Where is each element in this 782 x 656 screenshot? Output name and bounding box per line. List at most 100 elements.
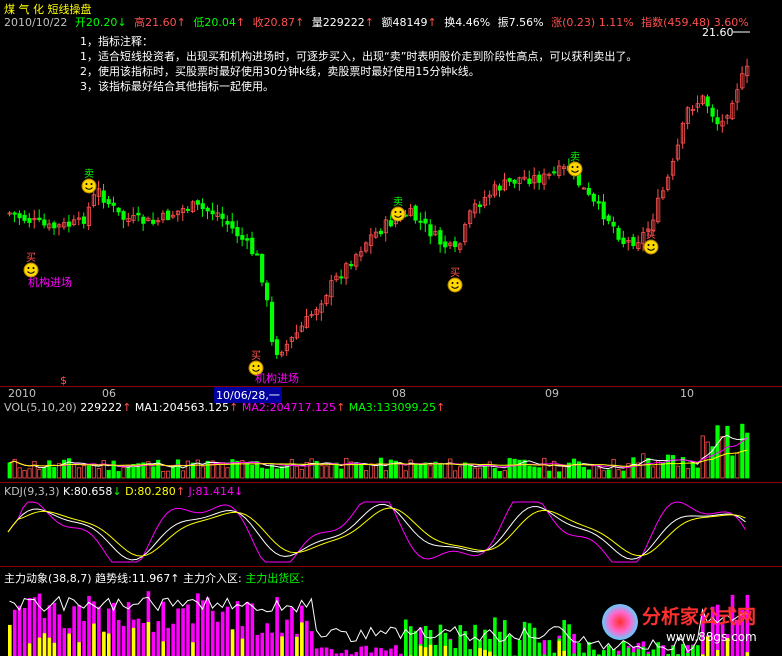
candle-body xyxy=(22,214,27,221)
candle-body xyxy=(67,221,72,227)
volume-bar xyxy=(309,458,314,479)
eye xyxy=(652,244,655,246)
volume-bar xyxy=(413,463,418,479)
inflow-bar xyxy=(72,606,76,656)
inflow-bar xyxy=(245,602,250,656)
outflow-bar xyxy=(438,624,443,656)
eye xyxy=(456,282,459,284)
volume-bar xyxy=(601,470,606,479)
high-marker-label: 21.60 xyxy=(702,28,734,39)
inflow-bar xyxy=(369,652,373,656)
outflow-bar xyxy=(433,644,438,656)
candle-body xyxy=(200,203,205,210)
trend-bar xyxy=(107,633,111,656)
eye xyxy=(571,166,574,168)
buy-signal-label: 买 xyxy=(450,267,460,279)
volume-bar xyxy=(37,468,42,479)
volume-bar xyxy=(453,470,458,479)
inflow-bar xyxy=(260,632,265,656)
kdj-chart[interactable] xyxy=(0,498,782,566)
time-axis-label: 09 xyxy=(545,387,559,400)
buy-signal: 买 xyxy=(23,252,39,278)
candle-body xyxy=(264,282,270,301)
watermark: 分析家公式网 www.88gs.com xyxy=(600,598,782,654)
trend-bar xyxy=(42,633,47,656)
volume-bar xyxy=(274,468,280,479)
inflow-bar xyxy=(275,597,279,656)
vol-chart[interactable] xyxy=(0,414,782,482)
volume-bar xyxy=(448,458,453,479)
inflow-bar xyxy=(141,622,146,656)
candle-body xyxy=(418,220,423,223)
candle-body xyxy=(631,237,636,246)
volume-bar xyxy=(438,463,443,479)
candle-body xyxy=(250,237,255,255)
institution-label: 机构进场 xyxy=(255,371,299,385)
volume-bar xyxy=(240,460,245,479)
volume-bar xyxy=(17,467,22,479)
outflow-bar xyxy=(468,649,472,656)
outflow-bar xyxy=(408,626,413,656)
vol-panel-header: VOL(5,10,20) 229222↑ MA1:204563.125↑ MA2… xyxy=(4,401,446,414)
outflow-bar xyxy=(547,640,552,656)
eye xyxy=(576,166,579,168)
inflow-bar xyxy=(176,608,180,656)
candle-body xyxy=(606,215,611,222)
inflow-bar xyxy=(181,608,185,656)
volume-bar xyxy=(403,470,408,479)
trend-bar xyxy=(67,633,71,656)
volume-bar xyxy=(22,470,27,479)
vol-panel-value: 229222 xyxy=(80,401,123,414)
trend-bar xyxy=(428,644,433,656)
volume-bar xyxy=(695,467,700,479)
sell-signal-icon xyxy=(567,161,583,177)
inflow-bar xyxy=(121,626,126,656)
volume-bar xyxy=(383,470,389,479)
volume-bar xyxy=(606,469,611,479)
inflow-bar xyxy=(374,647,378,656)
price-chart[interactable]: 21.60买卖买卖买卖买机构进场机构进场$ xyxy=(0,28,782,386)
candle-body xyxy=(413,205,418,221)
volume-bar xyxy=(175,459,181,479)
outflow-bar xyxy=(527,623,532,656)
trend-bar xyxy=(300,622,304,656)
inflow-bar xyxy=(324,647,329,656)
candle-body xyxy=(81,216,87,224)
time-axis-label: 2010 xyxy=(8,387,36,400)
inflow-bar xyxy=(225,606,230,656)
volume-bar xyxy=(661,462,666,479)
candle-body xyxy=(210,210,215,215)
volume-bar xyxy=(670,455,676,479)
eye xyxy=(394,211,397,213)
volume-bar xyxy=(492,468,497,479)
candle-body xyxy=(269,301,275,342)
trend-bar xyxy=(418,645,423,656)
trend-bar xyxy=(557,640,562,656)
candle-body xyxy=(453,241,458,248)
eye xyxy=(85,183,88,185)
trend-bar xyxy=(52,642,57,656)
sell-signal-label: 卖 xyxy=(393,196,403,208)
buy-signal: 买 xyxy=(447,267,463,293)
candle-body xyxy=(106,199,111,205)
volume-bar xyxy=(398,462,403,479)
buy-signal-label: 买 xyxy=(26,252,36,264)
volume-bar xyxy=(101,460,106,479)
volume-bar xyxy=(7,462,12,479)
candle-body xyxy=(230,221,235,229)
candle-body xyxy=(552,171,557,174)
outflow-bar xyxy=(567,624,571,656)
volume-bar xyxy=(81,465,87,479)
outflow-bar xyxy=(507,635,512,656)
inflow-bar xyxy=(126,602,131,656)
eye xyxy=(90,183,93,185)
volume-bar xyxy=(344,457,349,479)
candle-body xyxy=(111,202,116,206)
inflow-bar xyxy=(151,631,156,656)
inflow-bar xyxy=(57,614,62,656)
volume-bar xyxy=(581,466,587,479)
volume-bar xyxy=(443,463,448,479)
candle-body xyxy=(136,212,141,216)
inflow-bar xyxy=(329,649,334,656)
volume-bar xyxy=(165,470,171,479)
